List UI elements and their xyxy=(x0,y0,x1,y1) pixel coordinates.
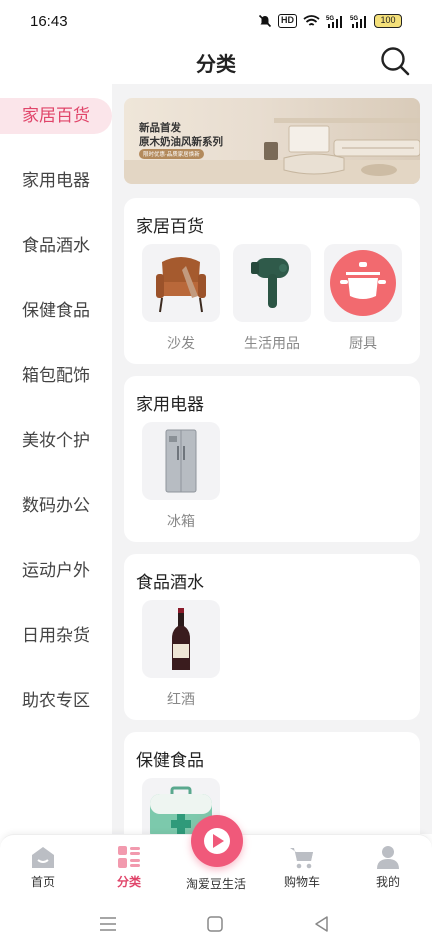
mute-icon xyxy=(258,14,272,28)
nav-life[interactable]: 淘爱豆生活 xyxy=(176,875,256,892)
item-label: 红酒 xyxy=(167,692,195,708)
signal-icon-2: 5G xyxy=(350,16,366,28)
status-bar: 16:43 HD 5G 5G 100 xyxy=(0,0,432,44)
status-time: 16:43 xyxy=(30,13,68,30)
nav-me[interactable]: 我的 xyxy=(348,843,428,890)
svg-text:5G: 5G xyxy=(350,16,358,22)
nav-label: 我的 xyxy=(375,875,400,889)
menu-icon[interactable] xyxy=(98,914,118,934)
banner-line2: 原木奶油风新系列 xyxy=(139,136,223,148)
section-home-goods: 家居百货 沙发 生活用品 厨具 xyxy=(124,198,420,364)
section-title: 食品酒水 xyxy=(136,573,204,593)
sidebar-item-home-goods[interactable]: 家居百货 xyxy=(0,98,112,134)
status-icons: HD 5G 5G 100 xyxy=(258,14,402,28)
item-label: 厨具 xyxy=(349,336,377,352)
svg-text:5G: 5G xyxy=(326,16,334,22)
sidebar-item-sports-outdoor[interactable]: 运动户外 xyxy=(0,553,112,589)
sidebar-item-daily-goods[interactable]: 日用杂货 xyxy=(0,618,112,654)
user-icon xyxy=(377,846,399,869)
sidebar-item-food-drinks[interactable]: 食品酒水 xyxy=(0,228,112,264)
nav-cart[interactable]: 购物车 xyxy=(262,843,342,890)
banner-tag: 限时优惠·品质家居焕新 xyxy=(139,149,204,159)
sidebar-item-health-food[interactable]: 保健食品 xyxy=(0,293,112,329)
refrigerator-icon xyxy=(142,422,220,500)
section-food-drinks: 食品酒水 红酒 xyxy=(124,554,420,720)
page-title: 分类 xyxy=(196,52,236,76)
wifi-icon xyxy=(303,15,320,26)
cooking-pot-icon xyxy=(324,244,402,322)
sidebar-item-appliances[interactable]: 家用电器 xyxy=(0,163,112,199)
life-play-button[interactable] xyxy=(191,815,243,867)
system-nav-bar xyxy=(0,898,432,950)
category-content: 新品首发 原木奶油风新系列 限时优惠·品质家居焕新 家居百货 沙发 生活用品 厨… xyxy=(112,84,432,834)
sidebar-item-digital-office[interactable]: 数码办公 xyxy=(0,488,112,524)
nav-category[interactable]: 分类 xyxy=(89,843,169,890)
banner-line1: 新品首发 xyxy=(139,122,181,134)
nav-label: 淘爱豆生活 xyxy=(185,877,246,891)
item-label: 冰箱 xyxy=(167,514,195,530)
wine-bottle-icon xyxy=(142,600,220,678)
nav-home[interactable]: 首页 xyxy=(3,843,83,890)
item-label: 沙发 xyxy=(167,336,195,352)
hair-dryer-icon xyxy=(233,244,311,322)
category-item-daily-supplies[interactable]: 生活用品 xyxy=(233,244,311,353)
section-title: 家用电器 xyxy=(136,395,204,415)
sidebar-item-beauty[interactable]: 美妆个护 xyxy=(0,423,112,459)
category-sidebar: 家居百货 家用电器 食品酒水 保健食品 箱包配饰 美妆个护 数码办公 运动户外 … xyxy=(0,84,112,834)
sidebar-item-bags-accessories[interactable]: 箱包配饰 xyxy=(0,358,112,394)
nav-label: 购物车 xyxy=(283,875,320,889)
category-item-refrigerator[interactable]: 冰箱 xyxy=(142,422,220,531)
promo-banner[interactable]: 新品首发 原木奶油风新系列 限时优惠·品质家居焕新 xyxy=(124,98,420,184)
play-icon xyxy=(204,828,230,854)
category-item-cookware[interactable]: 厨具 xyxy=(324,244,402,353)
nav-label: 分类 xyxy=(116,875,141,889)
cart-icon xyxy=(290,848,313,869)
category-icon xyxy=(118,846,140,868)
home-button-icon[interactable] xyxy=(205,914,225,934)
header: 分类 xyxy=(0,44,432,84)
home-icon xyxy=(32,847,54,868)
search-icon[interactable] xyxy=(378,44,412,78)
battery-icon: 100 xyxy=(374,14,402,28)
hd-badge: HD xyxy=(278,14,297,28)
nav-label: 首页 xyxy=(30,875,55,889)
signal-icon: 5G xyxy=(326,16,342,28)
section-health-food: 保健食品 xyxy=(124,732,420,834)
category-item-red-wine[interactable]: 红酒 xyxy=(142,600,220,709)
item-label: 生活用品 xyxy=(244,336,300,352)
back-icon[interactable] xyxy=(312,914,332,934)
armchair-icon xyxy=(142,244,220,322)
section-appliances: 家用电器 冰箱 xyxy=(124,376,420,542)
section-title: 家居百货 xyxy=(136,217,204,237)
sidebar-item-farm-support[interactable]: 助农专区 xyxy=(0,683,112,719)
category-item-sofa[interactable]: 沙发 xyxy=(142,244,220,353)
section-title: 保健食品 xyxy=(136,751,204,771)
